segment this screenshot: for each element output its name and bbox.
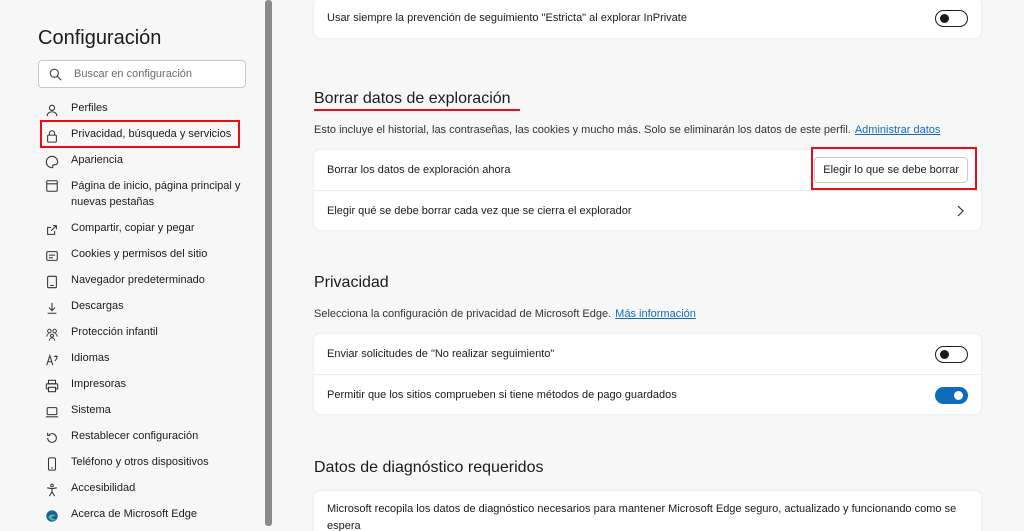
privacy-title: Privacidad bbox=[314, 274, 389, 291]
do-not-track-toggle[interactable] bbox=[935, 346, 968, 363]
clear-data-card: Borrar los datos de exploración ahora El… bbox=[314, 150, 981, 230]
sidebar-item-label: Impresoras bbox=[71, 378, 127, 390]
phone-icon bbox=[44, 456, 60, 472]
choose-what-to-clear-button[interactable]: Elegir lo que se debe borrar bbox=[814, 157, 968, 183]
search-box[interactable] bbox=[38, 60, 246, 88]
lock-icon bbox=[44, 128, 60, 144]
tracking-card: Usar siempre la prevención de seguimient… bbox=[314, 0, 981, 38]
diagnostics-card: Microsoft recopila los datos de diagnóst… bbox=[314, 491, 981, 531]
payment-methods-label: Permitir que los sitios comprueben si ti… bbox=[327, 388, 677, 401]
sidebar-item-label: Navegador predeterminado bbox=[71, 274, 205, 286]
sidebar-item-profiles[interactable]: Perfiles bbox=[44, 96, 249, 122]
search-icon bbox=[49, 68, 62, 81]
sidebar-item-downloads[interactable]: Descargas bbox=[44, 294, 249, 320]
accessibility-icon bbox=[44, 482, 60, 498]
printer-icon bbox=[44, 378, 60, 394]
profile-icon bbox=[44, 102, 60, 118]
sidebar-title: Configuración bbox=[38, 27, 162, 49]
strict-inprivate-label: Usar siempre la prevención de seguimient… bbox=[327, 12, 687, 24]
sidebar-item-label: Apariencia bbox=[71, 154, 123, 166]
clear-data-desc-text: Esto incluye el historial, las contraseñ… bbox=[314, 124, 851, 136]
home-page-icon bbox=[44, 178, 60, 194]
cookie-icon bbox=[44, 248, 60, 264]
sidebar-item-default-browser[interactable]: Navegador predeterminado bbox=[44, 268, 249, 294]
clear-now-row: Borrar los datos de exploración ahora El… bbox=[314, 150, 981, 190]
sidebar-item-label: Página de inicio, página principal y nue… bbox=[71, 180, 241, 208]
strict-inprivate-toggle[interactable] bbox=[935, 10, 968, 27]
family-icon bbox=[44, 326, 60, 342]
sidebar-item-label: Accesibilidad bbox=[71, 482, 136, 494]
sidebar-item-languages[interactable]: Idiomas bbox=[44, 346, 249, 372]
do-not-track-row: Enviar solicitudes de "No realizar segui… bbox=[314, 334, 981, 374]
sidebar-item-label: Cookies y permisos del sitio bbox=[71, 248, 208, 260]
privacy-card: Enviar solicitudes de "No realizar segui… bbox=[314, 334, 981, 414]
download-icon bbox=[44, 300, 60, 316]
manage-data-link[interactable]: Administrar datos bbox=[855, 124, 941, 136]
diagnostics-text: Microsoft recopila los datos de diagnóst… bbox=[327, 503, 957, 531]
edge-logo-icon bbox=[44, 508, 60, 524]
sidebar-item-system[interactable]: Sistema bbox=[44, 398, 249, 424]
reset-icon bbox=[44, 430, 60, 446]
sidebar-item-label: Compartir, copiar y pegar bbox=[71, 222, 195, 234]
privacy-desc: Selecciona la configuración de privacida… bbox=[314, 308, 696, 320]
sidebar-item-label: Protección infantil bbox=[71, 326, 158, 338]
sidebar-item-reset[interactable]: Restablecer configuración bbox=[44, 424, 249, 450]
sidebar-item-family[interactable]: Protección infantil bbox=[44, 320, 249, 346]
sidebar-item-label: Privacidad, búsqueda y servicios bbox=[71, 128, 232, 140]
payment-methods-toggle[interactable] bbox=[935, 387, 968, 404]
sidebar-item-cookies[interactable]: Cookies y permisos del sitio bbox=[44, 242, 249, 268]
sidebar-item-printers[interactable]: Impresoras bbox=[44, 372, 249, 398]
sidebar-item-accessibility[interactable]: Accesibilidad bbox=[44, 476, 249, 502]
sidebar-item-share[interactable]: Compartir, copiar y pegar bbox=[44, 216, 249, 242]
sidebar-item-label: Sistema bbox=[71, 404, 111, 416]
do-not-track-label: Enviar solicitudes de "No realizar segui… bbox=[327, 348, 555, 360]
clear-on-close-label: Elegir qué se debe borrar cada vez que s… bbox=[327, 204, 632, 217]
sidebar-item-label: Acerca de Microsoft Edge bbox=[71, 508, 197, 520]
sidebar-item-label: Restablecer configuración bbox=[71, 430, 199, 442]
settings-sidebar: Configuración Perfiles Privacidad, búsqu… bbox=[0, 0, 262, 531]
sidebar-item-appearance[interactable]: Apariencia bbox=[44, 148, 249, 174]
share-icon bbox=[44, 222, 60, 238]
diagnostics-title: Datos de diagnóstico requeridos bbox=[314, 459, 544, 476]
sidebar-scrollbar[interactable] bbox=[265, 0, 272, 526]
more-info-link[interactable]: Más información bbox=[615, 308, 696, 320]
sidebar-item-about[interactable]: Acerca de Microsoft Edge bbox=[44, 502, 249, 528]
highlight-title-underline bbox=[314, 109, 520, 111]
sidebar-item-phone[interactable]: Teléfono y otros dispositivos bbox=[44, 450, 249, 476]
browser-icon bbox=[44, 274, 60, 290]
settings-nav: Perfiles Privacidad, búsqueda y servicio… bbox=[44, 96, 249, 528]
clear-data-title: Borrar datos de exploración bbox=[314, 90, 511, 107]
sidebar-item-label: Teléfono y otros dispositivos bbox=[71, 456, 209, 468]
clear-on-close-row[interactable]: Elegir qué se debe borrar cada vez que s… bbox=[314, 190, 981, 230]
payment-methods-row: Permitir que los sitios comprueben si ti… bbox=[314, 374, 981, 414]
sidebar-item-label: Idiomas bbox=[71, 352, 110, 364]
sidebar-item-privacy[interactable]: Privacidad, búsqueda y servicios bbox=[44, 122, 249, 148]
language-icon bbox=[44, 352, 60, 368]
chevron-right-icon bbox=[957, 205, 964, 217]
clear-data-desc: Esto incluye el historial, las contraseñ… bbox=[314, 124, 940, 136]
search-input[interactable] bbox=[74, 68, 234, 80]
palette-icon bbox=[44, 154, 60, 170]
sidebar-item-start-page[interactable]: Página de inicio, página principal y nue… bbox=[44, 174, 249, 216]
privacy-desc-text: Selecciona la configuración de privacida… bbox=[314, 308, 612, 320]
laptop-icon bbox=[44, 404, 60, 420]
sidebar-item-label: Descargas bbox=[71, 300, 124, 312]
sidebar-item-label: Perfiles bbox=[71, 102, 108, 114]
strict-inprivate-row: Usar siempre la prevención de seguimient… bbox=[314, 0, 981, 38]
